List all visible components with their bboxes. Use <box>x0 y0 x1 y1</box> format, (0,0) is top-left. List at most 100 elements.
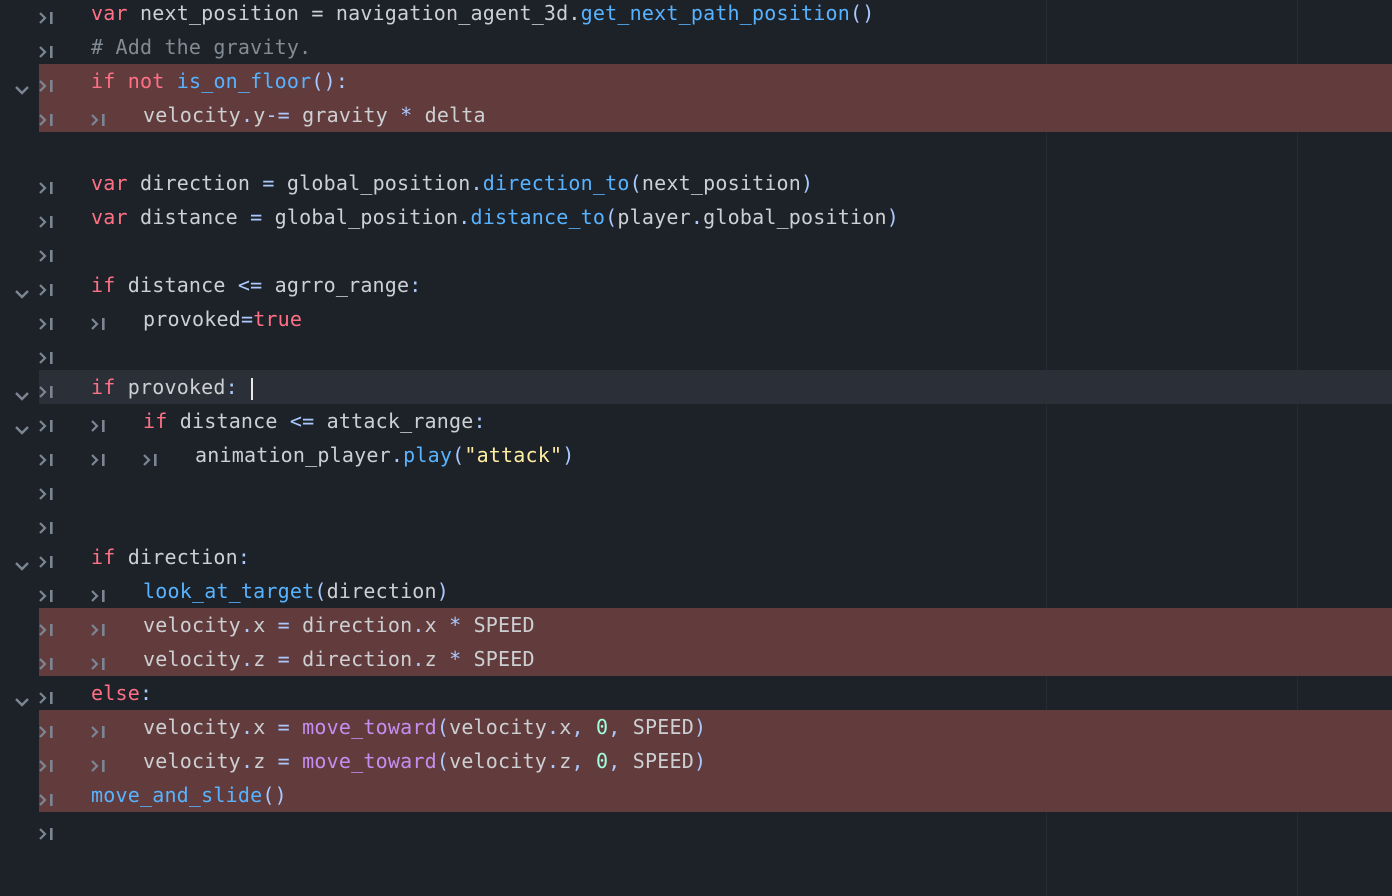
code-text[interactable]: animation_player.play("attack") <box>195 438 575 472</box>
code-line[interactable]: velocity.y-= gravity * delta <box>0 98 1392 132</box>
chevron-down-icon[interactable] <box>14 280 30 299</box>
code-token: : <box>139 681 153 705</box>
code-token: direction <box>127 171 263 195</box>
code-text[interactable]: velocity.x = direction.x * SPEED <box>143 608 535 642</box>
tab-indent-icon <box>91 108 107 126</box>
code-line[interactable] <box>0 336 1392 370</box>
code-token: . <box>458 205 471 229</box>
code-token: y <box>253 103 266 127</box>
code-line[interactable]: if distance <= attack_range: <box>0 404 1392 438</box>
code-line[interactable]: # Add the gravity. <box>0 30 1392 64</box>
tab-indent-icon <box>143 448 159 466</box>
code-token: 0 <box>596 715 609 739</box>
code-token: ( <box>629 171 642 195</box>
code-token: x <box>424 613 450 637</box>
code-token: var <box>91 171 128 195</box>
tab-indent-icon <box>39 488 53 500</box>
code-line[interactable]: if distance <= agrro_range: <box>0 268 1392 302</box>
tab-indent-icon <box>39 794 53 806</box>
code-line[interactable]: velocity.z = direction.z * SPEED <box>0 642 1392 676</box>
code-token: velocity <box>143 715 241 739</box>
tab-indent-icon <box>39 788 55 806</box>
chevron-down-icon[interactable] <box>14 688 30 707</box>
code-line[interactable]: if provoked: <box>0 370 1392 404</box>
code-line[interactable]: var next_position = navigation_agent_3d.… <box>0 0 1392 30</box>
code-text[interactable]: velocity.x = move_toward(velocity.x, 0, … <box>143 710 706 744</box>
code-text[interactable]: var direction = global_position.directio… <box>91 166 813 200</box>
code-line[interactable]: provoked=true <box>0 302 1392 336</box>
code-token: = <box>277 613 290 637</box>
code-token: = <box>262 171 275 195</box>
tab-indent-icon <box>39 278 55 296</box>
code-text[interactable]: if provoked: <box>91 370 254 404</box>
tab-indent-icon <box>39 522 53 534</box>
code-text[interactable]: if direction: <box>91 540 250 574</box>
code-text[interactable]: var next_position = navigation_agent_3d.… <box>91 0 874 30</box>
code-text[interactable]: # Add the gravity. <box>91 30 311 64</box>
code-token: ) <box>562 443 575 467</box>
code-text[interactable]: if distance <= attack_range: <box>143 404 486 438</box>
code-line[interactable]: var distance = global_position.distance_… <box>0 200 1392 234</box>
code-token: ( <box>452 443 465 467</box>
code-line[interactable]: velocity.x = move_toward(velocity.x, 0, … <box>0 710 1392 744</box>
code-token: z <box>253 749 278 773</box>
code-text[interactable]: move_and_slide() <box>91 778 287 812</box>
code-token: SPEED <box>461 647 535 671</box>
code-line[interactable]: if direction: <box>0 540 1392 574</box>
code-text[interactable]: velocity.z = direction.z * SPEED <box>143 642 535 676</box>
text-caret <box>251 377 254 400</box>
code-line[interactable] <box>0 812 1392 846</box>
tab-indent-icon <box>91 414 107 432</box>
tab-indent-icon <box>39 312 55 330</box>
code-line[interactable]: animation_player.play("attack") <box>0 438 1392 472</box>
code-token: . <box>690 205 704 229</box>
code-line[interactable]: var direction = global_position.directio… <box>0 166 1392 200</box>
code-text[interactable]: velocity.y-= gravity * delta <box>143 98 486 132</box>
code-text[interactable]: look_at_target(direction) <box>143 574 449 608</box>
code-token: 0 <box>596 749 609 773</box>
tab-indent-icon <box>39 352 53 364</box>
code-text[interactable]: provoked=true <box>143 302 302 336</box>
code-token: "attack" <box>464 443 563 467</box>
code-line[interactable] <box>0 132 1392 166</box>
code-line[interactable]: velocity.z = move_toward(velocity.z, 0, … <box>0 744 1392 778</box>
code-line[interactable]: if not is_on_floor(): <box>0 64 1392 98</box>
code-token: global_position <box>262 205 459 229</box>
tab-indent-icon <box>91 658 105 670</box>
code-token: look_at_target <box>143 579 315 603</box>
code-line[interactable] <box>0 234 1392 268</box>
chevron-down-icon[interactable] <box>14 552 30 571</box>
code-line[interactable]: else: <box>0 676 1392 710</box>
chevron-down-icon[interactable] <box>14 416 30 435</box>
code-token: , <box>571 749 584 773</box>
tab-indent-icon <box>39 114 53 126</box>
tab-indent-icon <box>39 550 55 568</box>
tab-indent-icon <box>39 624 53 636</box>
code-text[interactable]: if distance <= agrro_range: <box>91 268 422 302</box>
code-token: ) <box>436 579 450 603</box>
code-editor[interactable]: var next_position = navigation_agent_3d.… <box>0 0 1392 896</box>
tab-indent-icon <box>39 720 55 738</box>
code-token: . <box>240 103 254 127</box>
code-text[interactable]: else: <box>91 676 152 710</box>
code-line[interactable]: velocity.x = direction.x * SPEED <box>0 608 1392 642</box>
code-token: z <box>559 749 572 773</box>
tab-indent-icon <box>91 584 107 602</box>
code-text[interactable]: if not is_on_floor(): <box>91 64 348 98</box>
code-token: velocity <box>143 749 241 773</box>
code-text[interactable]: velocity.z = move_toward(velocity.z, 0, … <box>143 744 706 778</box>
chevron-down-icon[interactable] <box>14 76 30 95</box>
code-line[interactable] <box>0 472 1392 506</box>
code-text[interactable]: var distance = global_position.distance_… <box>91 200 899 234</box>
tab-indent-icon <box>39 74 55 92</box>
code-line[interactable]: move_and_slide() <box>0 778 1392 812</box>
code-token: * <box>449 647 462 671</box>
code-line[interactable]: look_at_target(direction) <box>0 574 1392 608</box>
chevron-down-icon[interactable] <box>14 382 30 401</box>
code-token: global_position <box>274 171 471 195</box>
code-line[interactable] <box>0 506 1392 540</box>
